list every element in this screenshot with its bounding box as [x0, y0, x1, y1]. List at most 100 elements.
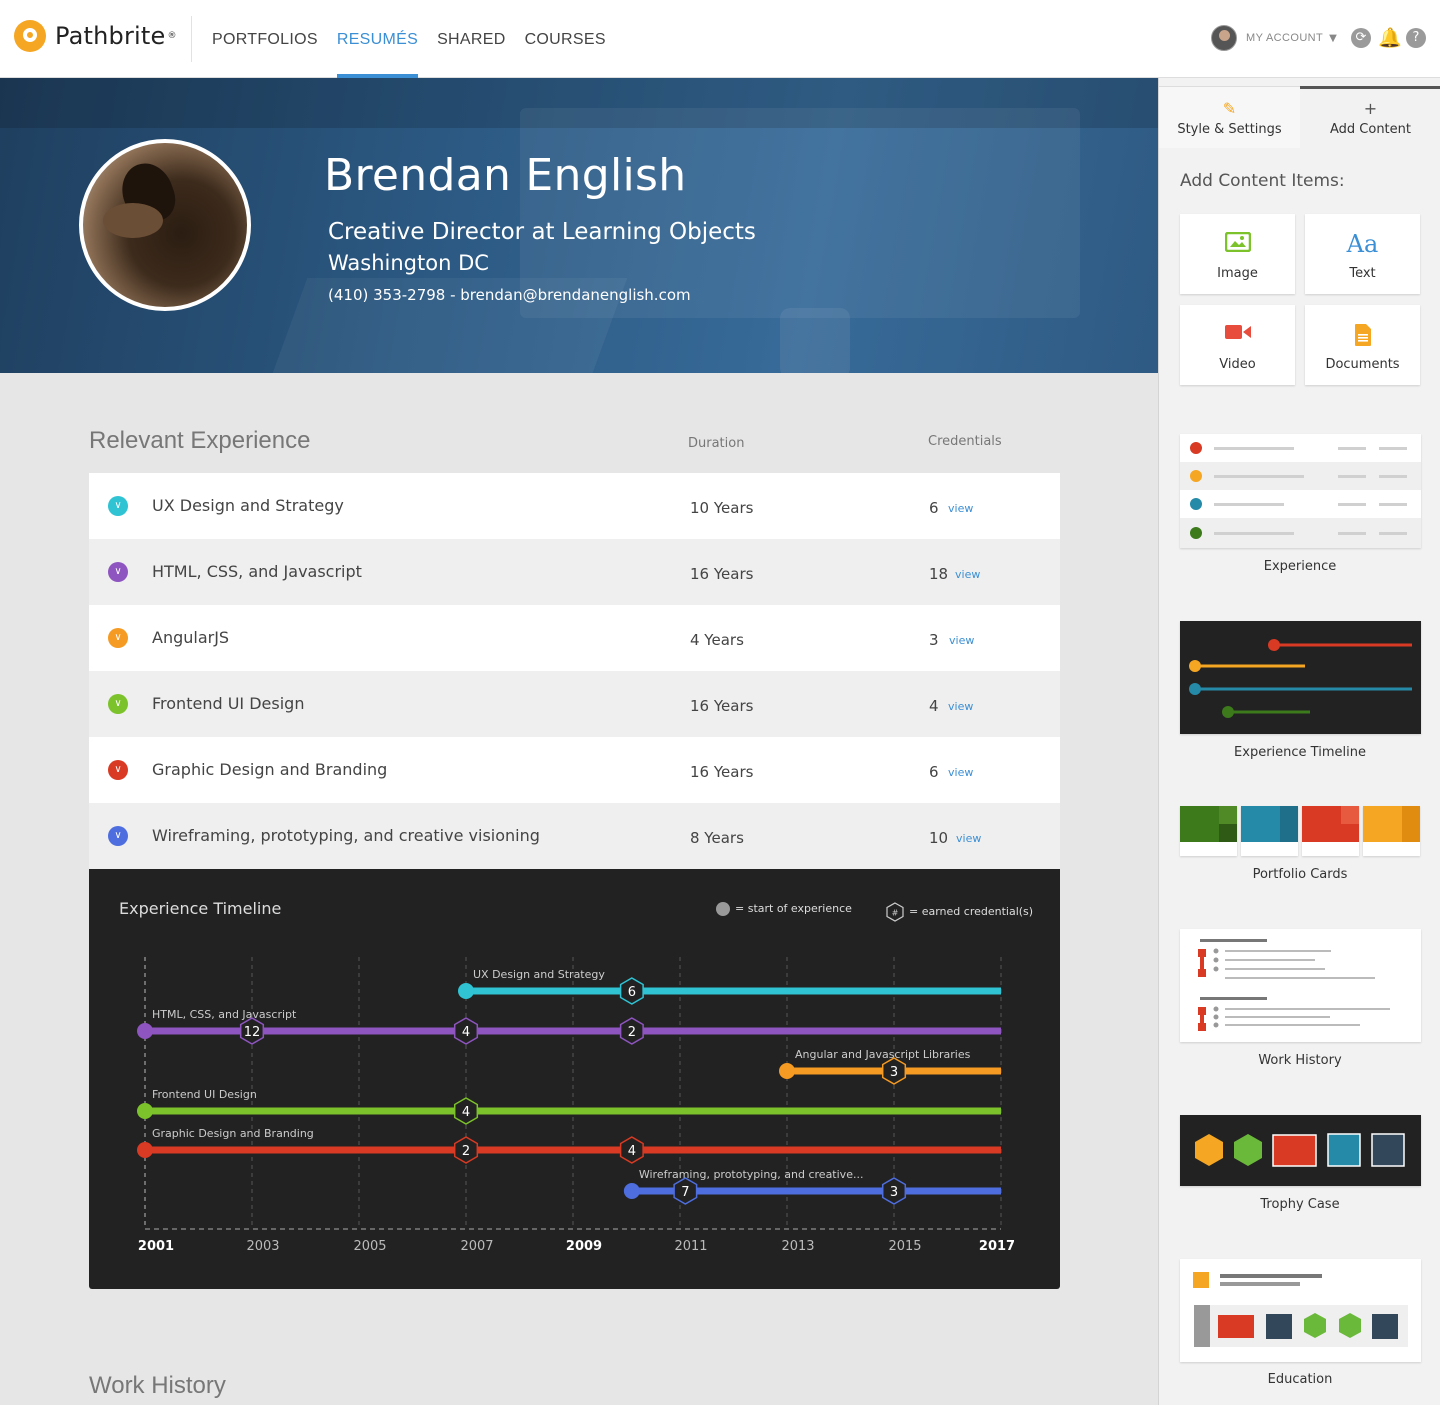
add-documents-button[interactable]: Documents — [1305, 305, 1420, 385]
work-history-thumbnail — [1198, 939, 1390, 1031]
tpl-dot — [1190, 470, 1202, 482]
view-credentials-link[interactable]: view — [948, 502, 973, 515]
plus-icon: + — [1363, 99, 1378, 118]
experience-duration: 4 Years — [690, 631, 744, 649]
template-experience[interactable] — [1180, 434, 1421, 548]
view-credentials-link[interactable]: view — [948, 766, 973, 779]
year-tick-label: 2009 — [566, 1239, 602, 1254]
user-avatar — [1211, 25, 1237, 51]
hero-background-mug — [780, 308, 850, 373]
experience-credentials: 10 — [929, 829, 949, 847]
tpl-line — [1214, 532, 1294, 535]
work-history-title: Work History — [89, 1372, 226, 1399]
chevron-down-icon[interactable]: ∨ — [108, 760, 128, 780]
account-menu[interactable]: MY ACCOUNT ▼ — [1211, 25, 1337, 51]
experience-name: UX Design and Strategy — [152, 496, 344, 515]
tab-add-content[interactable]: + Add Content — [1300, 86, 1440, 148]
experience-row[interactable]: ∨ AngularJS 4 Years 3 view — [89, 605, 1060, 671]
tpl-line — [1338, 447, 1366, 450]
view-credentials-link[interactable]: view — [955, 568, 980, 581]
year-tick-label: 2017 — [979, 1239, 1015, 1254]
experience-start-dot — [779, 1063, 795, 1079]
education-thumbnail — [1193, 1272, 1408, 1347]
nav-shared[interactable]: SHARED — [437, 0, 505, 78]
profile-contact: (410) 353-2798 - brendan@brendanenglish.… — [328, 286, 691, 304]
tpl-line — [1379, 503, 1407, 506]
template-portfolio-cards[interactable] — [1180, 806, 1421, 856]
chevron-down-icon[interactable]: ∨ — [108, 562, 128, 582]
view-credentials-link[interactable]: view — [949, 634, 974, 647]
experience-start-dot — [137, 1023, 153, 1039]
experience-row[interactable]: ∨ Wireframing, prototyping, and creative… — [89, 803, 1060, 869]
profile-location: Washington DC — [328, 251, 489, 275]
experience-duration: 10 Years — [690, 499, 754, 517]
chevron-down-icon[interactable]: ∨ — [108, 826, 128, 846]
credential-count: 6 — [628, 985, 636, 1000]
view-credentials-link[interactable]: view — [956, 832, 981, 845]
tpl-line — [1379, 532, 1407, 535]
document-icon — [1305, 323, 1420, 347]
tpl-card — [1363, 806, 1420, 856]
tpl-card-color — [1363, 806, 1420, 842]
nav-divider — [191, 16, 192, 62]
experience-name: Frontend UI Design — [152, 694, 305, 713]
sync-icon[interactable]: ⟳ — [1351, 28, 1371, 48]
brand-name: Pathbrite — [55, 22, 166, 50]
credential-count: 7 — [681, 1185, 689, 1200]
experience-start-dot — [137, 1103, 153, 1119]
profile-name: Brendan English — [324, 150, 687, 201]
template-education[interactable] — [1180, 1259, 1421, 1362]
experience-start-dot — [458, 983, 474, 999]
tpl-card-square — [1341, 806, 1359, 824]
experience-row[interactable]: ∨ HTML, CSS, and Javascript 16 Years 18 … — [89, 539, 1060, 605]
experience-list: ∨ UX Design and Strategy 10 Years 6 view… — [89, 473, 1060, 869]
credentials-column-header: Credentials — [928, 434, 1002, 449]
experience-duration: 16 Years — [690, 565, 754, 583]
tpl-line — [1379, 475, 1407, 478]
experience-track-label: Graphic Design and Branding — [152, 1127, 314, 1140]
year-tick-label: 2011 — [674, 1239, 707, 1254]
tpl-line — [1338, 503, 1366, 506]
bell-icon[interactable]: 🔔 — [1378, 28, 1402, 48]
timeline-chart: 2001 2003 2005 2007 2009 2011 2013 2015 2017 UX D… — [137, 957, 1015, 1254]
tpl-card-square — [1280, 806, 1298, 842]
experience-row[interactable]: ∨ Graphic Design and Branding 16 Years 6… — [89, 737, 1060, 803]
experience-name: HTML, CSS, and Javascript — [152, 562, 362, 581]
year-tick-label: 2007 — [460, 1239, 493, 1254]
tpl-card-square — [1219, 806, 1237, 824]
tpl-line — [1214, 475, 1304, 478]
credential-count: 4 — [462, 1105, 470, 1120]
experience-credentials: 4 — [929, 697, 939, 715]
template-experience-timeline-label: Experience Timeline — [1234, 745, 1366, 760]
view-credentials-link[interactable]: view — [948, 700, 973, 713]
top-navigation-bar: Pathbrite ® PORTFOLIOS RESUMÉS SHARED CO… — [0, 0, 1440, 78]
nav-portfolios[interactable]: PORTFOLIOS — [212, 0, 318, 78]
experience-row[interactable]: ∨ Frontend UI Design 16 Years 4 view — [89, 671, 1060, 737]
experience-row[interactable]: ∨ UX Design and Strategy 10 Years 6 view — [89, 473, 1060, 539]
tpl-dot — [1190, 498, 1202, 510]
chevron-down-icon[interactable]: ∨ — [108, 496, 128, 516]
add-video-button[interactable]: Video — [1180, 305, 1295, 385]
tab-add-content-label: Add Content — [1329, 122, 1411, 137]
relevant-experience-title: Relevant Experience — [89, 427, 311, 454]
chevron-down-icon[interactable]: ∨ — [108, 628, 128, 648]
nav-courses[interactable]: COURSES — [525, 0, 606, 78]
tpl-card — [1180, 806, 1237, 856]
logo-mark-icon — [14, 20, 46, 52]
tab-style-settings[interactable]: ✎ Style & Settings — [1159, 86, 1300, 148]
add-image-button[interactable]: Image — [1180, 214, 1295, 294]
template-experience-timeline[interactable] — [1180, 621, 1421, 734]
add-text-button[interactable]: Aa Text — [1305, 214, 1420, 294]
experience-duration: 16 Years — [690, 763, 754, 781]
help-icon[interactable]: ? — [1406, 28, 1426, 48]
pathbrite-logo[interactable]: Pathbrite ® — [14, 20, 176, 52]
chevron-down-icon[interactable]: ∨ — [108, 694, 128, 714]
trophy-case-thumbnail — [1195, 1133, 1405, 1167]
add-content-items-label: Add Content Items: — [1180, 171, 1345, 191]
duration-column-header: Duration — [688, 436, 745, 451]
template-trophy-case[interactable] — [1180, 1115, 1421, 1186]
template-trophy-case-label: Trophy Case — [1260, 1197, 1340, 1212]
experience-duration: 8 Years — [690, 829, 744, 847]
nav-resumes[interactable]: RESUMÉS — [336, 0, 419, 78]
template-work-history[interactable] — [1180, 929, 1421, 1042]
